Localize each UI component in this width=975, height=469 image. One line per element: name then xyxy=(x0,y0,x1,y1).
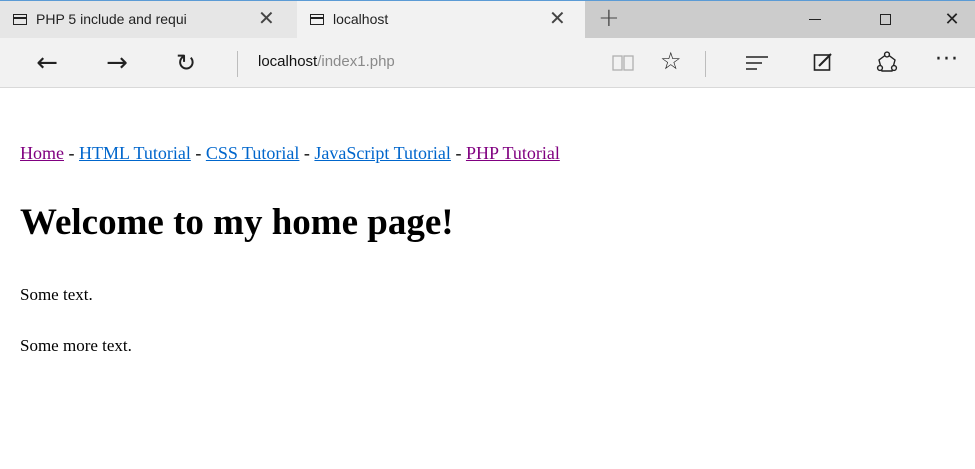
tab-title: PHP 5 include and requi xyxy=(36,11,187,27)
minimize-icon xyxy=(809,19,821,20)
paragraph-1: Some text. xyxy=(20,285,93,304)
more-icon[interactable]: ··· xyxy=(935,47,959,72)
forward-arrow-icon[interactable]: → xyxy=(100,46,134,80)
link-separator: - xyxy=(299,143,315,163)
tab-close-icon[interactable]: ✕ xyxy=(258,7,275,29)
minimize-button[interactable] xyxy=(792,1,838,38)
link-separator: - xyxy=(450,143,466,163)
link-home[interactable]: Home xyxy=(20,143,64,163)
link-separator: - xyxy=(64,143,79,163)
reading-view-icon[interactable] xyxy=(612,54,634,72)
share-icon[interactable] xyxy=(875,51,899,75)
page-icon xyxy=(13,14,27,25)
link-javascript-tutorial[interactable]: JavaScript Tutorial xyxy=(314,143,451,163)
back-arrow-icon[interactable]: ← xyxy=(30,46,64,80)
link-html-tutorial[interactable]: HTML Tutorial xyxy=(79,143,191,163)
divider xyxy=(705,51,706,77)
tab-localhost[interactable]: localhost ✕ xyxy=(297,1,585,38)
tab-php-include[interactable]: PHP 5 include and requi ✕ xyxy=(0,1,297,38)
navigation-bar: ← → ↻ localhost/index1.php ☆ ··· xyxy=(0,38,975,88)
maximize-button[interactable] xyxy=(862,1,908,38)
window-close-button[interactable]: ✕ xyxy=(929,1,975,38)
page-content: Home - HTML Tutorial - CSS Tutorial - Ja… xyxy=(0,89,975,469)
paragraph-2: Some more text. xyxy=(20,336,132,355)
refresh-icon[interactable]: ↻ xyxy=(169,46,203,80)
tab-strip: PHP 5 include and requi ✕ localhost ✕ + … xyxy=(0,0,975,38)
link-css-tutorial[interactable]: CSS Tutorial xyxy=(206,143,300,163)
maximize-icon xyxy=(879,14,891,25)
page-heading: Welcome to my home page! xyxy=(20,202,454,243)
hub-icon[interactable] xyxy=(746,56,768,70)
address-host: localhost xyxy=(258,53,318,70)
web-note-icon[interactable] xyxy=(813,52,833,72)
address-path: /index1.php xyxy=(317,53,395,70)
divider xyxy=(237,51,238,77)
favorite-star-icon[interactable]: ☆ xyxy=(660,47,682,75)
tab-title: localhost xyxy=(333,11,389,27)
tab-close-icon[interactable]: ✕ xyxy=(549,7,566,29)
new-tab-button[interactable]: + xyxy=(598,3,620,33)
address-bar[interactable]: localhost/index1.php xyxy=(258,53,395,70)
link-separator: - xyxy=(190,143,206,163)
page-icon xyxy=(310,14,324,25)
site-nav: Home - HTML Tutorial - CSS Tutorial - Ja… xyxy=(20,143,560,164)
link-php-tutorial[interactable]: PHP Tutorial xyxy=(466,143,560,163)
